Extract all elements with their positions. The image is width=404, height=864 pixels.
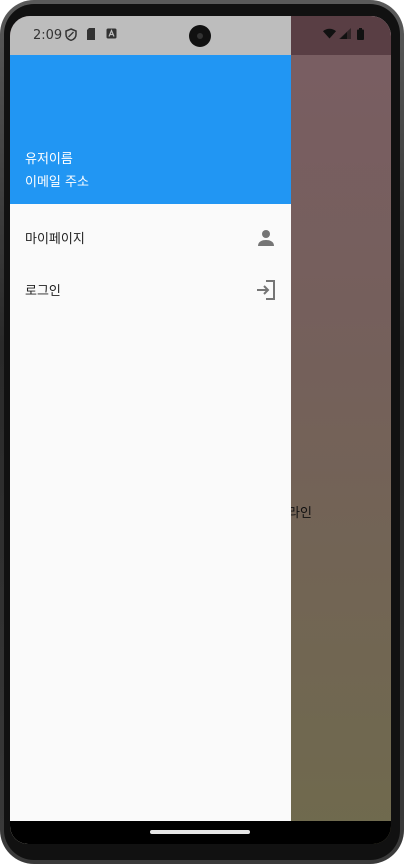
shield-icon <box>65 28 77 45</box>
wifi-icon <box>323 28 336 42</box>
front-camera <box>189 25 211 47</box>
home-gesture-handle[interactable] <box>150 830 250 834</box>
email-text: 이메일 주소 <box>25 175 89 190</box>
battery-icon <box>357 28 364 43</box>
sd-card-icon <box>86 28 96 44</box>
menu-item-login[interactable]: 로그인 <box>10 264 291 316</box>
person-icon <box>254 226 278 250</box>
status-bar: 2:09 <box>10 16 391 55</box>
menu-item-label: 마이페이지 <box>25 232 85 247</box>
login-icon <box>254 278 278 302</box>
screen: 라인 2:09 유저이름 이메일 주소 마이페이지 로그인 <box>10 16 391 844</box>
system-navigation-bar <box>10 821 391 844</box>
drawer-header: 유저이름 이메일 주소 <box>10 55 291 204</box>
signal-icon <box>339 28 351 42</box>
status-time: 2:09 <box>33 28 63 43</box>
menu-item-label: 로그인 <box>25 284 61 299</box>
username-text: 유저이름 <box>25 152 73 167</box>
background-page-text: 라인 <box>288 506 312 521</box>
menu-item-mypage[interactable]: 마이페이지 <box>10 212 291 264</box>
navigation-drawer: 유저이름 이메일 주소 마이페이지 로그인 <box>10 55 291 844</box>
phone-frame: 라인 2:09 유저이름 이메일 주소 마이페이지 로그인 <box>0 0 404 864</box>
a-badge-icon <box>106 28 117 43</box>
